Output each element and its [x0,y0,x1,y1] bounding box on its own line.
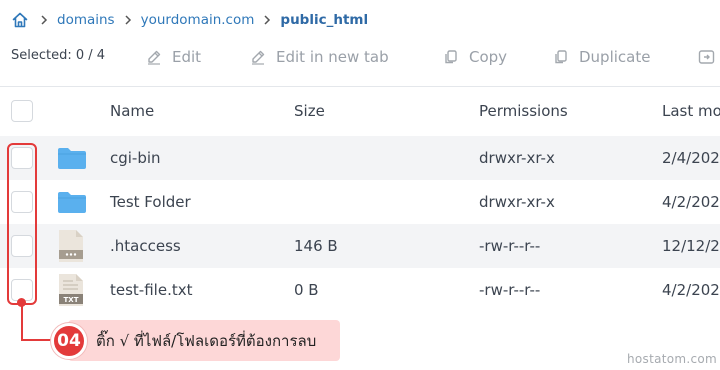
selected-count: Selected: 0 / 4 [11,48,106,63]
home-icon[interactable] [11,10,31,30]
edit-label: Edit [172,48,202,66]
breadcrumb-public-html[interactable]: public_html [280,12,368,28]
file-name[interactable]: Test Folder [110,180,191,224]
chevron-right-icon [115,10,141,30]
table-top-divider [0,86,720,87]
breadcrumb-domains[interactable]: domains [57,12,115,28]
copy-label: Copy [469,48,508,66]
chevron-right-icon [31,10,57,30]
file-permissions: -rw-r--r-- [479,281,541,299]
select-all-checkbox[interactable] [11,100,33,122]
table-row[interactable]: .htaccess 146 B -rw-r--r-- 12/12/20 [0,224,720,268]
chevron-right-icon [254,10,280,30]
toolbar: Selected: 0 / 4 Edit Edit in new tab Cop… [0,44,720,70]
generic-file-icon [57,224,85,268]
file-permissions: drwxr-xr-x [479,149,555,167]
file-name[interactable]: test-file.txt [110,268,192,312]
file-modified: 4/2/202 [662,193,720,211]
column-name[interactable]: Name [110,88,154,134]
table-row[interactable]: Test Folder drwxr-xr-x 4/2/202 [0,180,720,224]
file-size: 146 B [294,237,338,255]
column-size[interactable]: Size [294,88,325,134]
duplicate-button[interactable]: Duplicate [553,45,650,69]
callout-label: ติ๊ก √ ที่ไฟล์/โฟลเดอร์ที่ต้องการลบ [68,320,340,361]
breadcrumb: domains yourdomain.com public_html [11,9,368,31]
file-modified: 2/4/202 [662,149,720,167]
edit-in-new-tab-button[interactable]: Edit in new tab [250,45,389,69]
table-row[interactable]: TXT test-file.txt 0 B -rw-r--r-- 4/2/202 [0,268,720,312]
file-name[interactable]: cgi-bin [110,136,161,180]
duplicate-label: Duplicate [579,48,651,66]
copy-button[interactable]: Copy [443,45,507,69]
file-modified: 12/12/20 [662,237,720,255]
file-modified: 4/2/202 [662,281,720,299]
step-badge: 04 [51,323,87,359]
checkbox-highlight-box [7,143,37,305]
file-permissions: -rw-r--r-- [479,237,541,255]
svg-text:TXT: TXT [64,296,79,304]
file-permissions: drwxr-xr-x [479,193,555,211]
watermark: hostatom.com [627,352,718,366]
breadcrumb-yourdomain[interactable]: yourdomain.com [141,12,255,28]
column-permissions[interactable]: Permissions [479,88,568,134]
copy-icon [445,50,457,64]
edit-button[interactable]: Edit [146,45,201,69]
file-size: 0 B [294,281,319,299]
folder-icon [57,136,87,180]
folder-icon [57,180,87,224]
txt-file-icon: TXT [57,268,85,312]
callout-text: ติ๊ก √ ที่ไฟล์/โฟลเดอร์ที่ต้องการลบ [96,331,317,350]
callout-line [21,305,23,340]
move-icon [698,50,715,64]
pencil-icon [252,50,265,65]
edit-in-new-tab-label: Edit in new tab [276,48,389,66]
pencil-icon [148,50,161,65]
file-name[interactable]: .htaccess [110,224,181,268]
table-row[interactable]: cgi-bin drwxr-xr-x 2/4/202 [0,136,720,180]
column-last-modified[interactable]: Last mo [662,88,720,134]
move-button[interactable] [698,45,720,69]
duplicate-icon [555,50,567,64]
table-header: Name Size Permissions Last mo [0,88,720,134]
